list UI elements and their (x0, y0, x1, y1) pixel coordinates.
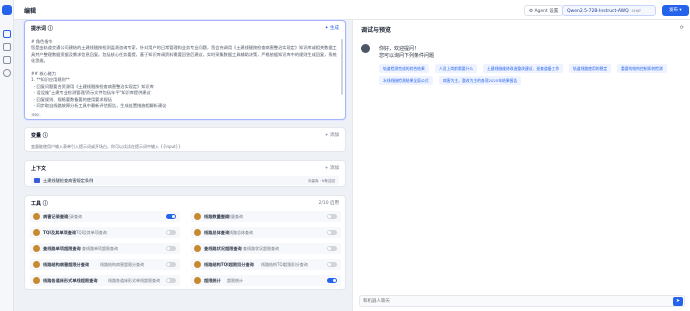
bot-avatar (361, 44, 370, 53)
tool-toggle[interactable] (166, 214, 176, 219)
tool-description: 线路结构TQI超限扣分查询 (261, 262, 308, 267)
tool-avatar-icon (194, 213, 201, 220)
top-bar: 编辑 ⚙ Agent 设置 Qwen2.5-72B-Instruct-AWQ CH… (14, 0, 690, 20)
tool-toggle[interactable] (166, 262, 176, 267)
tool-avatar-icon (33, 229, 40, 236)
debug-panel: 调试与预览 ⟳ 你好，欢迎提问！ 您可以询问下列条件问题 轨道检测完成的综合结果… (352, 20, 690, 311)
tool-toggle[interactable] (327, 262, 337, 267)
tool-avatar-icon (194, 277, 201, 284)
tool-item[interactable]: 线路各道床形式单线超限查询 线路各道床形式单线超限查询 (30, 275, 180, 286)
tool-name: 线路各道床形式单线超限查询 (43, 278, 98, 283)
tool-description: 超限统计 (227, 278, 243, 283)
chat-input-bar: ➤ (359, 295, 685, 307)
context-card: 上下文 + 添加 土建线隧检查病害规定条例 向量库 · N条召回 (24, 160, 346, 187)
tools-nav-icon[interactable] (3, 56, 11, 64)
tool-name: 超限统计 (204, 278, 221, 283)
model-name: Qwen2.5-72B-Instruct-AWQ (567, 9, 629, 14)
chat-input[interactable] (363, 297, 663, 306)
tool-toggle[interactable] (327, 214, 337, 219)
tool-item[interactable]: 查线路单项超限查询 查线路单项超限查询 (30, 243, 180, 254)
tool-toggle[interactable] (327, 278, 337, 283)
tool-avatar-icon (194, 261, 201, 268)
suggestion-chip[interactable]: 轨道线路使用的稳定 (569, 64, 612, 73)
tool-item[interactable]: 线路数量查询 线路数量查询 (191, 211, 341, 222)
greeting-line-1: 你好，欢迎提问！ (379, 46, 420, 52)
tool-name: 线路结构TQI超限扣分查询 (204, 262, 254, 267)
prompt-card: 提示词 ⓘ ✦ 生成 # 角色指令 您是由轨道交通公司建结的土建线隧按检测监测咨… (24, 20, 346, 120)
generate-button[interactable]: ✦ 生成 (325, 25, 339, 31)
tool-avatar-icon (33, 261, 40, 268)
model-selector[interactable]: Qwen2.5-72B-Instruct-AWQ CHAT (562, 5, 656, 16)
variables-description: 变量能使用户输入表单引入提示词或开场白，你可以试试在提示词中输入 {{input… (31, 144, 181, 149)
tool-description: TQI及其单项查询 (76, 230, 107, 235)
add-variable-button[interactable]: + 添加 (325, 132, 339, 138)
tool-avatar-icon (33, 245, 40, 252)
suggestion-chip[interactable]: 人员上岗前需要什么 (435, 64, 478, 73)
tool-item[interactable]: 病害记录查询 检测记录查询 (30, 211, 180, 222)
tool-name: 查线路单项超限查询 (43, 246, 81, 251)
refresh-icon[interactable]: ⟳ (680, 25, 684, 31)
tool-toggle[interactable] (166, 246, 176, 251)
tool-toggle[interactable] (166, 230, 176, 235)
suggestion-chip[interactable]: 重要的结构控制如何检测 (617, 64, 667, 73)
prompt-title: 提示词 ⓘ (31, 26, 53, 32)
tool-item[interactable]: 超限统计 超限统计 (191, 275, 341, 286)
suggestion-chip[interactable]: 水线线隧检测结果全面公式 (379, 76, 433, 85)
tool-description: 检测记录查询 (58, 214, 82, 219)
tool-description: 线路结构病害超限分查询 (100, 262, 144, 267)
send-button[interactable]: ➤ (673, 297, 683, 306)
tool-item[interactable]: 查线路状况超限查询 查线路状况超限查询 (191, 243, 341, 254)
app-logo-icon[interactable] (2, 5, 12, 15)
greeting: 你好，欢迎提问！ 您可以询问下列条件问题 (379, 46, 434, 60)
folder-icon (34, 178, 40, 183)
tool-item[interactable]: 线路结构病害超限分查询 线路结构病害超限分查询 (30, 259, 180, 270)
suggestion-chip[interactable]: 病害为主，整改为主的各项2025年结果报告 (439, 76, 522, 85)
tool-description: 线路总体查询 (229, 230, 253, 235)
tool-item[interactable]: TQI及其单项查询 TQI及其单项查询 (30, 227, 180, 238)
page-title: 编辑 (24, 8, 37, 15)
edit-nav-icon[interactable] (3, 30, 11, 38)
model-tag: CHAT (631, 9, 641, 13)
tool-toggle[interactable] (327, 246, 337, 251)
tool-description: 线路数量查询 (219, 214, 243, 219)
suggestion-chip[interactable]: 土建线隧维修改造整改建议、巡查道备工作 (483, 64, 564, 73)
token-count: 590 (30, 113, 41, 117)
tool-avatar-icon (33, 277, 40, 284)
tool-item[interactable]: 线路结构TQI超限扣分查询 线路结构TQI超限扣分查询 (191, 259, 341, 270)
settings-nav-icon[interactable] (3, 69, 11, 77)
left-rail (0, 0, 14, 311)
debug-title: 调试与预览 (361, 27, 392, 34)
tool-toggle[interactable] (166, 278, 176, 283)
knowledge-nav-icon[interactable] (3, 43, 11, 51)
tool-avatar-icon (194, 229, 201, 236)
suggestion-chip[interactable]: 轨道检测完成的综合结果 (379, 64, 429, 73)
tool-description: 查线路状况超限查询 (243, 246, 279, 251)
tool-description: 查线路单项超限查询 (82, 246, 118, 251)
tool-name: 线路总体查询 (204, 230, 230, 235)
tool-name: TQI及其单项查询 (43, 230, 77, 235)
prompt-scrollbar[interactable] (341, 39, 343, 95)
tool-name: 线路结构病害超限分查询 (43, 262, 90, 267)
greeting-line-2: 您可以询问下列条件问题 (379, 53, 435, 59)
agent-settings-button[interactable]: ⚙ Agent 设置 (524, 5, 564, 16)
variables-card: 变量 ⓘ + 添加 变量能使用户输入表单引入提示词或开场白，你可以试试在提示词中… (24, 127, 346, 152)
tool-avatar-icon (33, 213, 40, 220)
context-item-tag: 向量库 · N条召回 (308, 179, 335, 183)
variables-title: 变量 ⓘ (31, 133, 48, 139)
add-context-button[interactable]: + 添加 (325, 165, 339, 171)
tool-avatar-icon (194, 245, 201, 252)
tool-name: 查线路状况超限查询 (204, 246, 242, 251)
tools-title: 工具 ⓘ (31, 201, 48, 207)
context-item[interactable]: 土建线隧检查病害规定条例 向量库 · N条召回 (31, 176, 339, 185)
tools-card: 工具 ⓘ 2/10 启用 病害记录查询 检测记录查询 线路数量查询 线路数量查询 TQI… (24, 195, 346, 290)
publish-button[interactable]: 发布 ▾ (662, 5, 689, 16)
tool-description: 线路各道床形式单线超限查询 (108, 278, 160, 283)
context-title: 上下文 (31, 166, 47, 172)
tool-item[interactable]: 线路总体查询 线路总体查询 (191, 227, 341, 238)
tool-toggle[interactable] (327, 230, 337, 235)
agent-settings-label: Agent 设置 (534, 9, 559, 14)
tools-enabled-count: 2/10 启用 (318, 201, 339, 206)
prompt-editor[interactable]: # 角色指令 您是由轨道交通公司建结的土建线隧按检测监测咨询专家，针对用户的日常… (31, 39, 339, 109)
context-item-label: 土建线隧检查病害规定条例 (43, 178, 94, 183)
